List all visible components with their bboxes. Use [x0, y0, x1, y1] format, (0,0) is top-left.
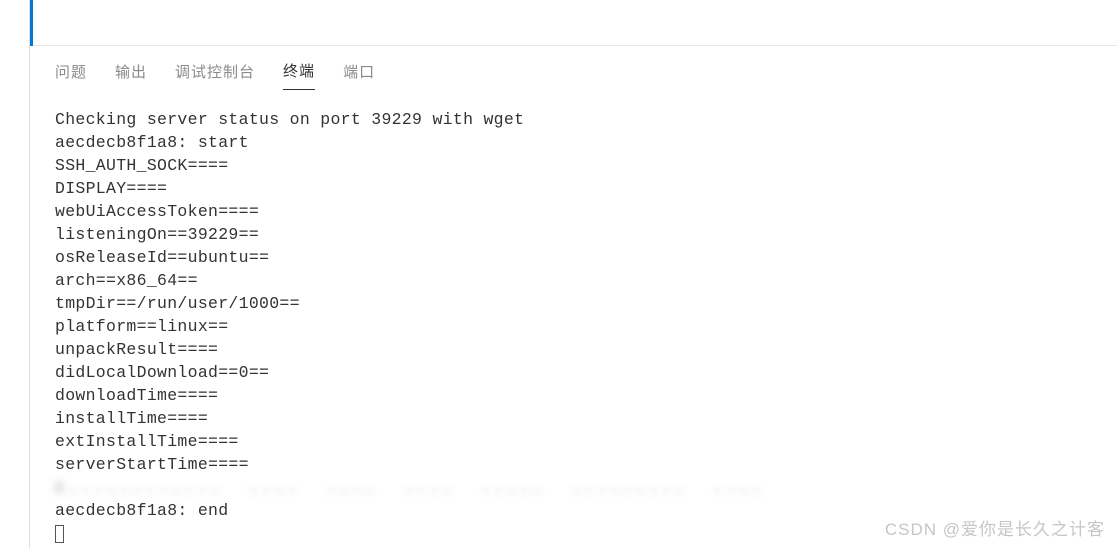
- terminal-line: extInstallTime====: [55, 432, 239, 451]
- panel-area: 问题 输出 调试控制台 终端 端口 Checking server status…: [33, 0, 1117, 548]
- tab-problems[interactable]: 问题: [55, 61, 87, 90]
- watermark-text: CSDN @爱你是长久之计客: [885, 515, 1105, 540]
- terminal-line: Checking server status on port 39229 wit…: [55, 110, 524, 129]
- tab-debug-console[interactable]: 调试控制台: [175, 61, 255, 90]
- terminal-line: DISPLAY====: [55, 179, 167, 198]
- terminal-line: downloadTime====: [55, 386, 218, 405]
- terminal-output[interactable]: Checking server status on port 39229 wit…: [33, 90, 1117, 545]
- terminal-line: tmpDir==/run/user/1000==: [55, 294, 300, 313]
- terminal-line: arch==x86_64==: [55, 271, 198, 290]
- terminal-line: platform==linux==: [55, 317, 228, 336]
- terminal-line: aecdecb8f1a8: start: [55, 133, 249, 152]
- terminal-line: webUiAccessToken====: [55, 202, 259, 221]
- terminal-line: listeningOn==39229==: [55, 225, 259, 244]
- tab-output[interactable]: 输出: [115, 61, 147, 90]
- terminal-line: SSH_AUTH_SOCK====: [55, 156, 228, 175]
- terminal-line: didLocalDownload==0==: [55, 363, 269, 382]
- terminal-cursor: [55, 525, 64, 543]
- terminal-line: unpackResult====: [55, 340, 218, 359]
- tab-terminal[interactable]: 终端: [283, 60, 315, 90]
- terminal-line: installTime====: [55, 409, 208, 428]
- tab-ports[interactable]: 端口: [343, 61, 375, 90]
- top-divider: [33, 0, 1117, 46]
- panel-tabs: 问题 输出 调试控制台 终端 端口: [33, 46, 1117, 90]
- left-gutter: [0, 0, 30, 548]
- terminal-line: aecdecb8f1a8: end: [55, 501, 228, 520]
- terminal-line-redacted: c............ .... .... .... ..... .....…: [55, 478, 765, 497]
- terminal-line: serverStartTime====: [55, 455, 249, 474]
- terminal-line: osReleaseId==ubuntu==: [55, 248, 269, 267]
